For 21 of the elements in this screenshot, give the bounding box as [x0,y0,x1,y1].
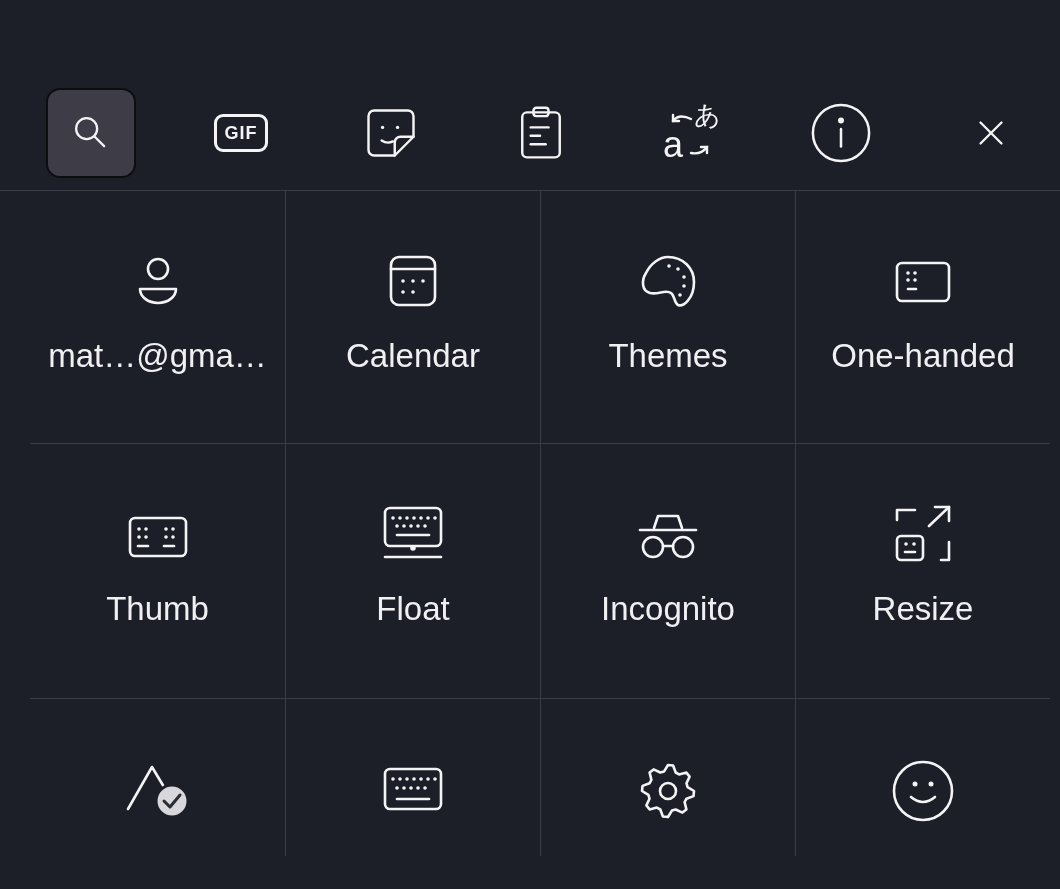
menu-tile[interactable]: One-handed [795,191,1050,444]
menu-tile[interactable]: Incognito [540,444,795,699]
gif-button[interactable]: GIF [196,88,286,178]
tile-label: mat…@gma… [48,337,267,375]
search-button[interactable] [46,88,136,178]
tile-label: Thumb [106,590,209,628]
menu-tile[interactable]: Thumb [30,444,285,699]
menu-tile[interactable]: Resize [795,444,1050,699]
smiley-icon [891,759,955,823]
tile-label: One-handed [831,337,1015,375]
tile-label: Float [376,590,450,628]
info-icon [810,102,872,164]
menu-tile[interactable]: mat…@gma… [30,191,285,444]
tile-label: Resize [872,590,974,628]
translate-button[interactable]: a あ [646,88,736,178]
tile-label: Incognito [601,590,735,628]
tile-label: Calendar [346,337,480,375]
menu-tile[interactable]: Themes [540,191,795,444]
menu-tile[interactable]: Calendar [285,191,540,444]
menu-tile[interactable]: Float [285,444,540,699]
tile-label: Themes [608,337,728,375]
